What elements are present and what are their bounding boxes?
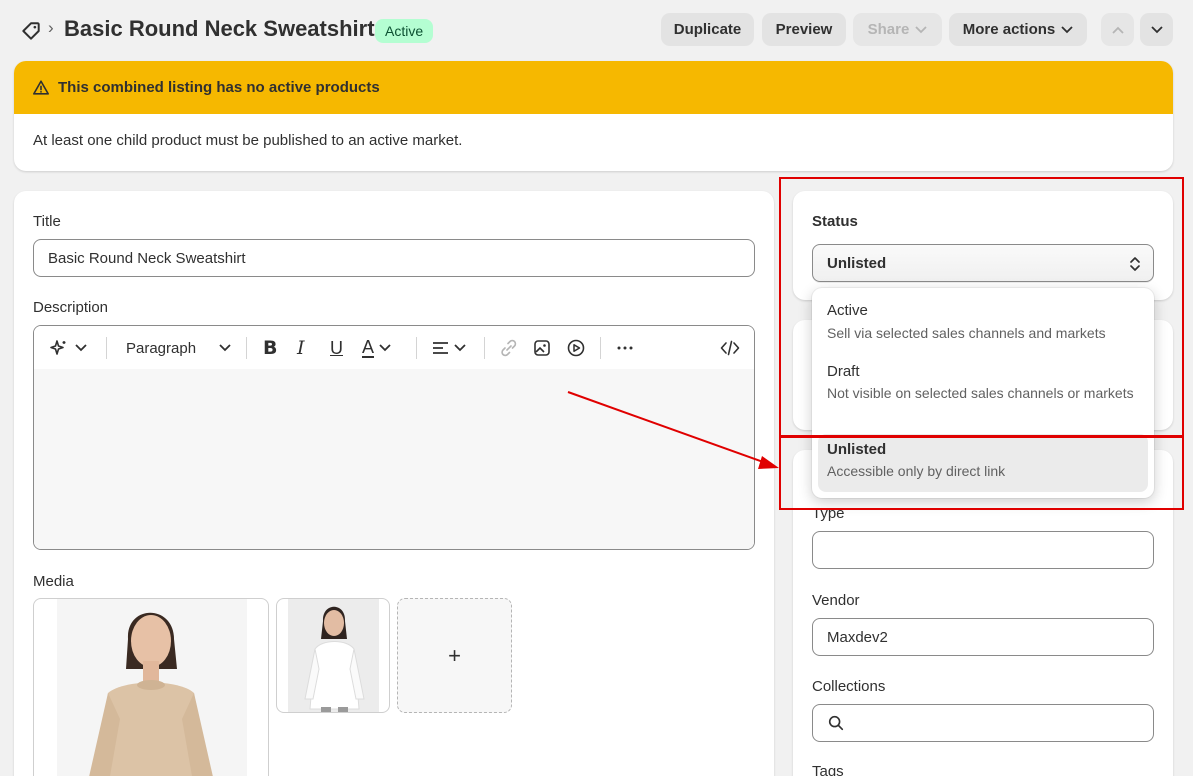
product-details-card: Title Basic Round Neck Sweatshirt Descri… xyxy=(14,191,774,776)
italic-icon: I xyxy=(297,337,305,359)
description-label: Description xyxy=(33,299,109,316)
link-icon xyxy=(501,339,517,357)
warning-icon xyxy=(32,79,50,95)
previous-product-button[interactable] xyxy=(1101,13,1134,46)
alignment-button[interactable] xyxy=(431,337,466,359)
toolbar-divider xyxy=(106,337,107,359)
image-icon xyxy=(534,340,550,356)
code-icon xyxy=(720,340,740,356)
editor-toolbar: Paragraph B I U A xyxy=(34,326,754,369)
italic-button[interactable]: I xyxy=(297,337,305,359)
toolbar-divider xyxy=(416,337,417,359)
banner-header: This combined listing has no active prod… xyxy=(14,61,1173,114)
status-option-draft[interactable]: Draft Not visible on selected sales chan… xyxy=(818,363,1148,427)
option-label: Draft xyxy=(827,363,860,380)
collections-search-input[interactable] xyxy=(812,704,1154,742)
bold-icon: B xyxy=(263,337,278,359)
breadcrumb-chevron-icon: › xyxy=(48,18,54,37)
toolbar-divider xyxy=(484,337,485,359)
status-selected-value: Unlisted xyxy=(827,254,887,272)
media-primary-image[interactable] xyxy=(33,598,269,776)
banner-title: This combined listing has no active prod… xyxy=(58,79,380,96)
page-header: › Basic Round Neck Sweatshirt Active Dup… xyxy=(0,0,1193,60)
description-editor[interactable]: Paragraph B I U A xyxy=(33,325,755,550)
ai-generate-button[interactable] xyxy=(49,337,87,359)
ellipsis-icon xyxy=(617,346,633,350)
share-button[interactable]: Share xyxy=(853,13,942,46)
product-organization-card: Type Vendor Maxdev2 Collections Tags xyxy=(793,450,1173,776)
status-option-active[interactable]: Active Sell via selected sales channels … xyxy=(818,302,1148,352)
banner-message: At least one child product must be publi… xyxy=(33,132,463,149)
status-label: Status xyxy=(812,213,858,230)
option-description: Not visible on selected sales channels o… xyxy=(827,385,1134,401)
description-text-area[interactable] xyxy=(34,369,754,549)
preview-label: Preview xyxy=(775,21,833,38)
chevron-up-icon xyxy=(1111,26,1124,34)
title-input[interactable]: Basic Round Neck Sweatshirt xyxy=(33,239,755,277)
status-option-unlisted[interactable]: Unlisted Accessible only by direct link xyxy=(818,434,1148,492)
chevron-down-icon xyxy=(915,26,927,34)
option-label: Active xyxy=(827,302,868,319)
type-input[interactable] xyxy=(812,531,1154,569)
status-dropdown-menu: Active Sell via selected sales channels … xyxy=(812,288,1154,498)
warning-banner: This combined listing has no active prod… xyxy=(14,61,1173,171)
sweatshirt-model-photo xyxy=(57,599,247,776)
page-title: Basic Round Neck Sweatshirt xyxy=(64,16,375,41)
media-thumbnail[interactable] xyxy=(276,598,390,713)
next-product-button[interactable] xyxy=(1140,13,1173,46)
toolbar-divider xyxy=(600,337,601,359)
media-label: Media xyxy=(33,573,74,590)
more-formatting-button[interactable] xyxy=(615,337,635,359)
bold-button[interactable]: B xyxy=(263,337,277,359)
status-badge: Active xyxy=(375,19,434,43)
search-icon xyxy=(828,715,844,731)
more-actions-button[interactable]: More actions xyxy=(949,13,1087,46)
more-actions-label: More actions xyxy=(962,21,1056,38)
insert-link-button[interactable] xyxy=(499,337,519,359)
add-media-button[interactable]: + xyxy=(397,598,512,713)
duplicate-label: Duplicate xyxy=(673,21,742,38)
show-html-button[interactable] xyxy=(720,337,740,359)
paragraph-format-select[interactable]: Paragraph xyxy=(126,337,231,359)
preview-button[interactable]: Preview xyxy=(762,13,846,46)
chevron-down-icon xyxy=(219,344,231,352)
type-label: Type xyxy=(812,505,845,522)
vendor-label: Vendor xyxy=(812,592,860,609)
vendor-input[interactable]: Maxdev2 xyxy=(812,618,1154,656)
chevron-down-icon xyxy=(379,344,391,352)
option-description: Sell via selected sales channels and mar… xyxy=(827,325,1106,341)
chevron-down-icon xyxy=(454,344,466,352)
tags-label: Tags xyxy=(812,763,844,776)
paragraph-label: Paragraph xyxy=(126,339,197,357)
underline-icon: U xyxy=(330,337,343,358)
duplicate-button[interactable]: Duplicate xyxy=(661,13,754,46)
status-select[interactable]: Unlisted xyxy=(812,244,1154,282)
insert-video-button[interactable] xyxy=(566,337,586,359)
chevron-down-icon xyxy=(75,344,87,352)
insert-image-button[interactable] xyxy=(532,337,552,359)
collections-label: Collections xyxy=(812,678,886,695)
option-description: Accessible only by direct link xyxy=(827,463,1006,479)
option-label: Unlisted xyxy=(827,441,887,458)
tag-icon[interactable] xyxy=(20,20,42,42)
text-color-button[interactable]: A xyxy=(362,337,391,359)
toolbar-divider xyxy=(246,337,247,359)
text-color-icon: A xyxy=(362,337,375,358)
magic-sparkle-icon xyxy=(50,340,66,355)
chevron-down-icon xyxy=(1061,26,1073,34)
play-circle-icon xyxy=(567,339,585,357)
select-arrows-icon xyxy=(1130,257,1140,271)
chevron-down-icon xyxy=(1150,26,1163,34)
align-left-icon xyxy=(433,342,448,354)
title-label: Title xyxy=(33,213,61,230)
share-label: Share xyxy=(867,21,910,38)
white-sweatshirt-photo xyxy=(288,599,379,712)
underline-button[interactable]: U xyxy=(330,337,343,359)
